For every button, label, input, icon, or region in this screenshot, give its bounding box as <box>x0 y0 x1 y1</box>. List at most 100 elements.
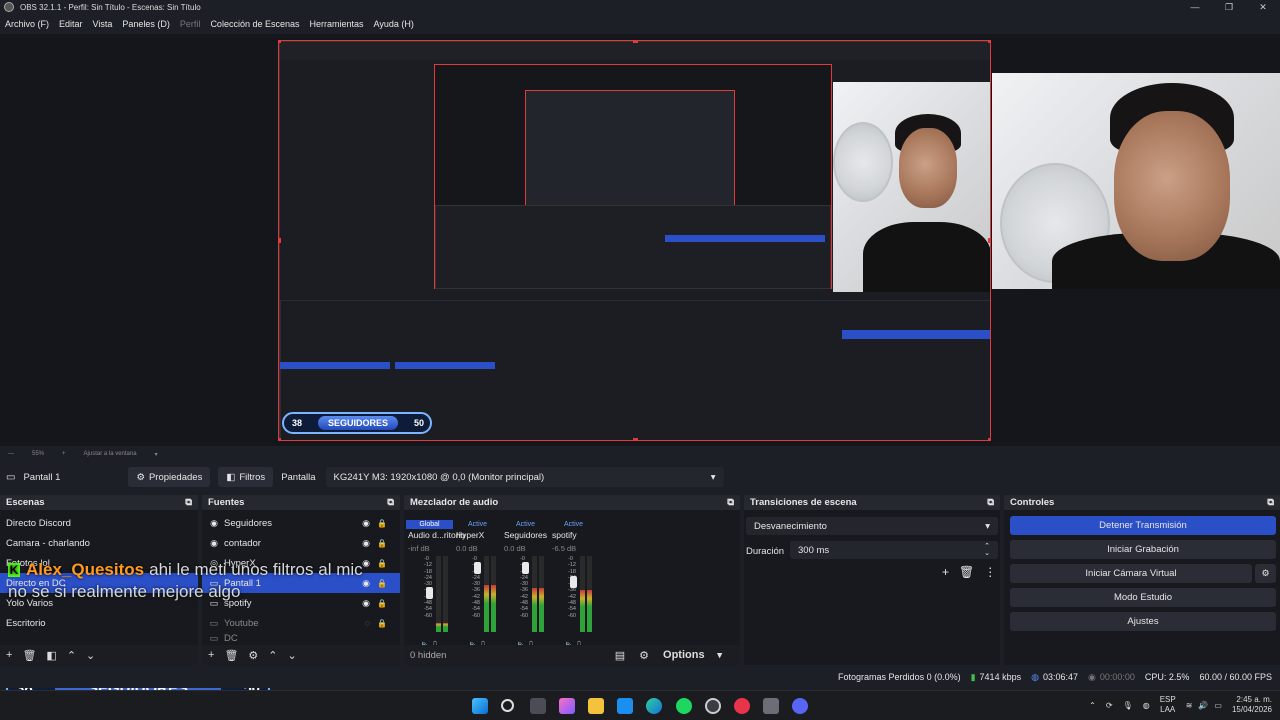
edge-icon[interactable] <box>646 698 662 714</box>
dock-float-icon[interactable]: ⧉ <box>727 497 734 508</box>
channel-name[interactable]: Seguidores <box>504 530 547 540</box>
clock[interactable]: 2:45 a. m. 15/04/2026 <box>1232 695 1272 715</box>
channel-name[interactable]: spotify <box>552 530 577 540</box>
menu-ayuda[interactable]: Ayuda (H) <box>374 19 414 29</box>
eye-icon[interactable]: ◉ <box>362 538 370 549</box>
lock-icon[interactable]: 🔒 <box>377 519 387 528</box>
volume-fader[interactable] <box>522 562 529 574</box>
lock-icon[interactable]: 🔒 <box>377 539 387 548</box>
start-virtual-cam-button[interactable]: Iniciar Cámara Virtual <box>1010 564 1252 583</box>
minimize-button[interactable]: — <box>1178 0 1212 14</box>
dock-float-icon[interactable]: ⧉ <box>185 497 192 508</box>
dropped-frames: Fotogramas Perdidos 0 (0.0%) <box>838 672 961 682</box>
move-down-icon[interactable]: ⌄ <box>288 649 297 662</box>
scene-item[interactable]: Escritorio <box>0 613 198 633</box>
eye-hidden-icon[interactable]: ◌ <box>365 618 370 628</box>
language-indicator[interactable]: ESP LAA <box>1160 695 1176 715</box>
display-select[interactable]: KG241Y M3: 1920x1080 @ 0,0 (Monitor prin… <box>325 467 724 487</box>
discord-icon[interactable] <box>792 698 808 714</box>
trash-icon[interactable]: 🗑 <box>22 649 36 662</box>
network-icon[interactable]: ◍ <box>1143 701 1150 710</box>
add-transition-button[interactable]: + <box>942 565 949 579</box>
battery-icon[interactable]: ▭ <box>1214 701 1222 710</box>
zoom-out-icon[interactable]: — <box>8 451 14 457</box>
add-scene-button[interactable]: + <box>6 649 12 661</box>
volume-fader[interactable] <box>474 562 481 574</box>
widgets-icon[interactable] <box>559 698 575 714</box>
source-item[interactable]: ◉ Seguidores ◉ 🔒 <box>202 513 400 533</box>
layout-icon[interactable]: ▤ <box>615 649 625 662</box>
add-source-button[interactable]: + <box>208 649 214 661</box>
chevron-down-icon: ▾ <box>985 520 990 532</box>
gear-icon: ⚙ <box>1261 568 1270 578</box>
options-label: Options <box>663 649 705 661</box>
source-item[interactable]: ▭ Youtube ◌ 🔒 <box>202 613 400 633</box>
zoom-dropdown-icon[interactable]: ▾ <box>155 451 158 458</box>
stop-stream-button[interactable]: Detener Transmisión <box>1010 516 1276 535</box>
menu-herramientas[interactable]: Herramientas <box>310 19 364 29</box>
lock-icon[interactable]: 🔒 <box>377 619 387 628</box>
nested-followers-bar: 38 SEGUIDORES 50 <box>282 412 432 434</box>
source-label: Youtube <box>224 617 259 629</box>
start-recording-button[interactable]: Iniciar Grabación <box>1010 540 1276 559</box>
chevron-up-icon[interactable]: ⌃ <box>1089 701 1096 710</box>
windows-start-icon[interactable] <box>472 698 488 714</box>
mixer-settings-icon[interactable]: ⚙ <box>639 649 649 662</box>
volume-icon[interactable]: 🔊 <box>1198 701 1208 710</box>
display-value: KG241Y M3: 1920x1080 @ 0,0 (Monitor prin… <box>333 471 545 483</box>
properties-button[interactable]: ⚙ Propiedades <box>128 467 211 487</box>
filters-button[interactable]: ◧ Filtros <box>218 467 274 487</box>
dock-float-icon[interactable]: ⧉ <box>387 497 394 508</box>
volume-meter-fill <box>539 588 544 632</box>
store-icon[interactable] <box>617 698 633 714</box>
trash-icon[interactable]: 🗑 <box>959 565 974 579</box>
task-view-icon[interactable] <box>530 698 546 714</box>
volume-fader[interactable] <box>426 587 433 599</box>
preview-canvas[interactable]: 38 SEGUIDORES 50 <box>278 40 991 441</box>
options-button[interactable]: Options ▾ <box>663 649 722 661</box>
menu-archivo[interactable]: Archivo (F) <box>5 19 49 29</box>
settings-button[interactable]: Ajustes <box>1010 612 1276 631</box>
dock-float-icon[interactable]: ⧉ <box>987 497 994 508</box>
mic-icon[interactable]: 🎙 <box>1123 701 1133 710</box>
eye-icon[interactable]: ◉ <box>362 518 370 529</box>
app-icon[interactable] <box>734 698 750 714</box>
scene-item[interactable]: Camara - charlando <box>0 533 198 553</box>
studio-mode-button[interactable]: Modo Estudio <box>1010 588 1276 607</box>
scene-item[interactable]: Directo Discord <box>0 513 198 533</box>
menu-paneles[interactable]: Paneles (D) <box>122 19 170 29</box>
move-down-icon[interactable]: ⌄ <box>86 649 95 662</box>
move-up-icon[interactable]: ⌃ <box>67 649 76 662</box>
spotify-icon[interactable] <box>676 698 692 714</box>
sync-icon[interactable]: ⟳ <box>1106 701 1113 710</box>
channel-name[interactable]: HyperX <box>456 530 484 540</box>
duration-input[interactable]: 300 ms ⌃ ⌄ <box>790 541 998 559</box>
close-button[interactable]: ✕ <box>1246 0 1280 14</box>
fit-window-label[interactable]: Ajustar a la ventana <box>84 451 137 457</box>
move-up-icon[interactable]: ⌃ <box>268 649 277 662</box>
menu-vista[interactable]: Vista <box>93 19 113 29</box>
dock-float-icon[interactable]: ⧉ <box>1267 497 1274 508</box>
gear-icon[interactable]: ⚙ <box>248 649 258 662</box>
file-explorer-icon[interactable] <box>588 698 604 714</box>
obs-icon[interactable] <box>705 698 721 714</box>
menu-coleccion-escenas[interactable]: Colección de Escenas <box>210 19 299 29</box>
search-icon[interactable] <box>501 699 514 712</box>
zoom-in-icon[interactable]: + <box>62 451 66 457</box>
maximize-button[interactable]: ❐ <box>1212 0 1246 14</box>
trash-icon[interactable]: 🗑 <box>224 649 238 662</box>
source-item[interactable]: ◉ contador ◉ 🔒 <box>202 533 400 553</box>
volume-fader[interactable] <box>570 576 577 588</box>
virtual-cam-settings-button[interactable]: ⚙ <box>1255 564 1276 583</box>
menu-editar[interactable]: Editar <box>59 19 83 29</box>
wifi-icon[interactable]: ≋ <box>1186 701 1193 710</box>
monitor-icon: ▭ <box>6 471 16 483</box>
calculator-icon[interactable] <box>763 698 779 714</box>
spinner-icon[interactable]: ⌃ ⌄ <box>984 543 990 557</box>
display-label: Pantalla <box>281 471 316 483</box>
scene-filter-icon[interactable]: ◧ <box>46 649 56 662</box>
more-options-icon[interactable]: ⋮ <box>984 565 996 579</box>
system-tray: ⌃ ⟳ 🎙 ◍ ESP LAA ≋ 🔊 ▭ 2:45 a. m. 15/04/2… <box>1089 695 1272 715</box>
source-item[interactable]: ▭ DC <box>202 633 400 643</box>
transition-select[interactable]: Desvanecimiento ▾ <box>746 517 998 535</box>
